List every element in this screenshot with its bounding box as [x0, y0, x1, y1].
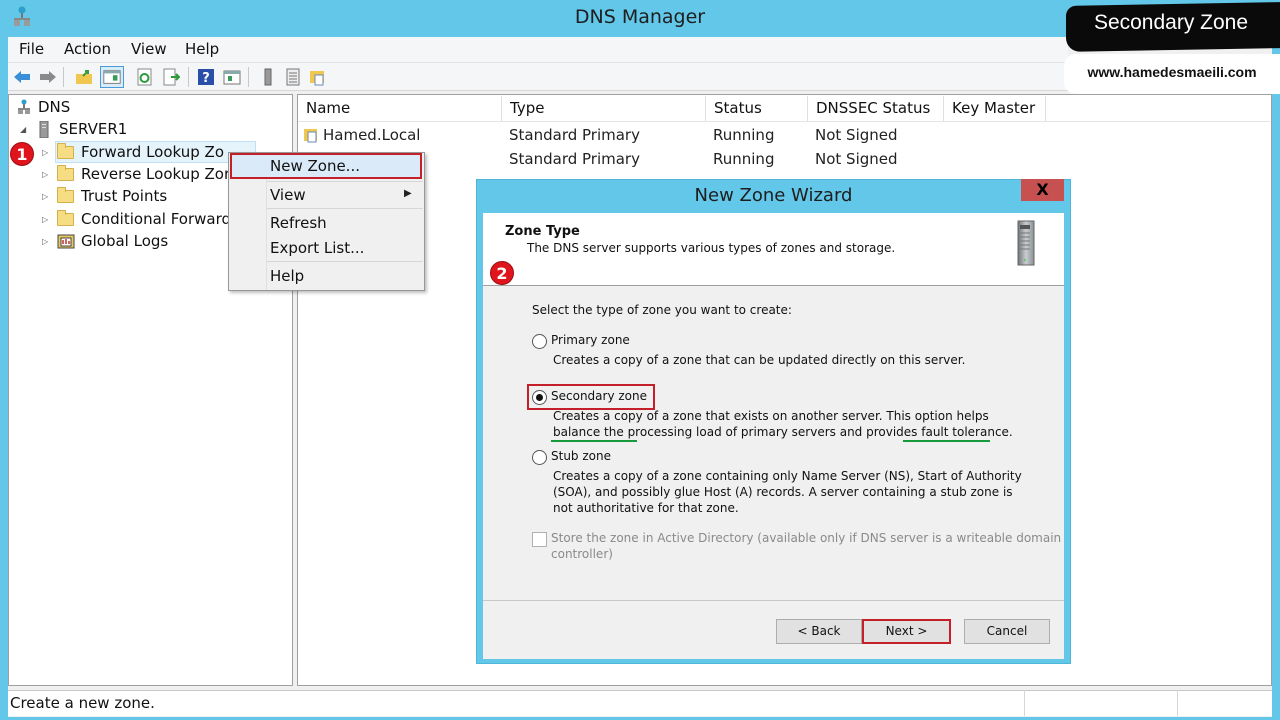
- option-label-primary[interactable]: Primary zone: [551, 333, 630, 347]
- expanded-arrow-icon[interactable]: ◢: [20, 125, 26, 134]
- toolbar-separator: [63, 67, 64, 87]
- step-1-badge: 1: [10, 142, 34, 166]
- zone-name[interactable]: Hamed.Local: [323, 123, 420, 147]
- tree-item-forward-lookup-zones[interactable]: Forward Lookup Zo: [81, 141, 224, 163]
- radio-stub-zone[interactable]: [532, 450, 547, 465]
- list-icon[interactable]: [284, 68, 302, 86]
- svg-text:?: ?: [202, 71, 210, 86]
- collapsed-arrow-icon[interactable]: ▷: [42, 237, 48, 246]
- status-divider: [1024, 690, 1025, 716]
- menu-item-refresh[interactable]: Refresh: [270, 214, 327, 232]
- zone-type-prompt: Select the type of zone you want to crea…: [532, 303, 792, 317]
- store-in-ad-label-line1: Store the zone in Active Directory (avai…: [551, 531, 1062, 545]
- toolbar: ?: [8, 63, 1068, 91]
- page-title: Zone Type: [505, 224, 580, 239]
- green-underline: [551, 440, 637, 442]
- close-button[interactable]: X: [1021, 179, 1064, 201]
- menu-help[interactable]: Help: [185, 40, 219, 58]
- radio-primary-zone[interactable]: [532, 334, 547, 349]
- menu-file[interactable]: File: [19, 40, 44, 58]
- back-arrow-icon[interactable]: [13, 68, 31, 86]
- store-in-ad-label-line2: controller): [551, 547, 613, 561]
- submenu-arrow-icon: ▶: [404, 188, 412, 199]
- store-in-ad-checkbox[interactable]: [532, 532, 547, 547]
- banner-url: www.hamedesmaeili.com: [1087, 64, 1257, 80]
- tree-item-conditional-forwarders[interactable]: Conditional Forward: [81, 208, 231, 230]
- option-desc-stub-line1: Creates a copy of a zone containing only…: [553, 469, 1022, 483]
- menu-item-export-list[interactable]: Export List...: [270, 239, 364, 257]
- next-button[interactable]: Next >: [862, 619, 951, 644]
- option-desc-stub-line2: (SOA), and possibly glue Host (A) record…: [553, 485, 1013, 499]
- folder-icon: [57, 210, 74, 226]
- option-label-stub[interactable]: Stub zone: [551, 449, 611, 463]
- column-header-dnssec-status[interactable]: DNSSEC Status: [808, 96, 944, 121]
- status-text: Create a new zone.: [10, 694, 155, 712]
- column-header-key-master[interactable]: Key Master: [944, 96, 1046, 121]
- dns-icon: [18, 99, 30, 114]
- banner-title: Secondary Zone: [1093, 11, 1249, 34]
- radio-secondary-zone[interactable]: [532, 390, 547, 405]
- server-tower-icon: [1017, 220, 1035, 266]
- server-icon[interactable]: [259, 68, 277, 86]
- tree-item-global-logs[interactable]: Global Logs: [81, 230, 168, 252]
- dialog-title: New Zone Wizard: [694, 185, 853, 206]
- folder-icon: [57, 187, 74, 203]
- folder-icon: [57, 165, 74, 181]
- footer-divider: [483, 600, 1064, 601]
- option-desc-secondary-line2: balance the processing load of primary s…: [553, 425, 1013, 439]
- tree-server[interactable]: SERVER1: [59, 118, 127, 140]
- collapsed-arrow-icon[interactable]: ▷: [42, 192, 48, 201]
- zone-icon: [304, 129, 317, 143]
- toolbar-separator: [188, 67, 189, 87]
- zone-type: Standard Primary: [509, 150, 640, 168]
- column-header-name[interactable]: Name: [298, 96, 502, 121]
- menu-item-view[interactable]: View: [270, 186, 306, 204]
- show-action-pane-icon[interactable]: [223, 68, 241, 86]
- zone-dnssec: Not Signed: [815, 126, 898, 144]
- collapsed-arrow-icon[interactable]: ▷: [42, 215, 48, 224]
- refresh-icon[interactable]: [136, 68, 154, 86]
- show-hide-console-tree-icon[interactable]: [100, 66, 124, 88]
- menu-action[interactable]: Action: [64, 40, 111, 58]
- tree-item-trust-points[interactable]: Trust Points: [81, 185, 167, 207]
- step-2-badge: 2: [490, 261, 514, 285]
- cancel-button[interactable]: Cancel: [964, 619, 1050, 644]
- menu-separator: [267, 208, 423, 209]
- header-divider: [298, 121, 1270, 122]
- menu-separator: [267, 181, 423, 182]
- page-subtitle: The DNS server supports various types of…: [527, 241, 896, 255]
- option-desc-secondary-line1: Creates a copy of a zone that exists on …: [553, 409, 989, 423]
- status-bar: [8, 690, 1272, 716]
- menu-item-new-zone[interactable]: New Zone...: [270, 157, 360, 175]
- column-header-type[interactable]: Type: [502, 96, 706, 121]
- zone-type: Standard Primary: [509, 126, 640, 144]
- back-button[interactable]: < Back: [776, 619, 862, 644]
- option-desc-stub-line3: not authoritative for that zone.: [553, 501, 739, 515]
- log-icon: [57, 234, 75, 249]
- status-divider: [1177, 690, 1178, 716]
- menu-separator: [267, 261, 423, 262]
- zone-folder-icon[interactable]: [309, 68, 327, 86]
- green-underline: [903, 440, 990, 442]
- column-header-status[interactable]: Status: [706, 96, 808, 121]
- tree-item-reverse-lookup-zones[interactable]: Reverse Lookup Zor: [81, 163, 230, 185]
- collapsed-arrow-icon[interactable]: ▷: [42, 148, 48, 157]
- menu-view[interactable]: View: [131, 40, 167, 58]
- server-icon: [39, 121, 49, 138]
- collapsed-arrow-icon[interactable]: ▷: [42, 170, 48, 179]
- folder-icon: [57, 143, 74, 159]
- menu-bar: File Action View Help: [8, 37, 1068, 63]
- toolbar-separator: [248, 67, 249, 87]
- up-folder-icon[interactable]: [75, 68, 93, 86]
- export-list-icon[interactable]: [162, 68, 180, 86]
- zone-dnssec: Not Signed: [815, 150, 898, 168]
- option-label-secondary[interactable]: Secondary zone: [551, 389, 647, 403]
- tree-root-dns[interactable]: DNS: [38, 96, 70, 118]
- help-icon[interactable]: ?: [197, 68, 215, 86]
- zone-status: Running: [713, 150, 775, 168]
- menu-item-help[interactable]: Help: [270, 267, 304, 285]
- forward-arrow-icon[interactable]: [39, 68, 57, 86]
- option-desc-primary: Creates a copy of a zone that can be upd…: [553, 353, 966, 367]
- zone-status: Running: [713, 126, 775, 144]
